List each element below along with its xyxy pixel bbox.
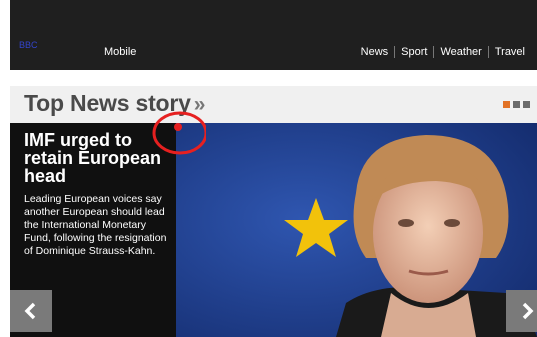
carousel-dot-2[interactable] <box>513 101 520 108</box>
carousel-indicator <box>503 101 530 108</box>
nav-item-weather[interactable]: Weather <box>434 46 487 58</box>
mobile-link[interactable]: Mobile <box>104 46 136 58</box>
bbc-logo[interactable]: BBC <box>19 40 38 50</box>
photo-illustration <box>176 123 537 337</box>
carousel-dot-3[interactable] <box>523 101 530 108</box>
main-nav: News Sport Weather Travel <box>355 46 531 58</box>
carousel-dot-1[interactable] <box>503 101 510 108</box>
story-photo[interactable] <box>176 123 537 337</box>
story-summary: Leading European voices say another Euro… <box>24 193 167 257</box>
top-navigation-bar: BBC Mobile News Sport Weather Travel <box>10 0 537 70</box>
nav-item-news[interactable]: News <box>355 46 395 58</box>
top-story-header: Top News story» <box>10 86 537 123</box>
nav-item-sport[interactable]: Sport <box>395 46 433 58</box>
previous-story-button[interactable] <box>10 290 52 332</box>
chevron-left-icon <box>24 302 36 320</box>
nav-item-travel[interactable]: Travel <box>489 46 531 58</box>
next-story-button[interactable] <box>506 290 537 332</box>
click-marker-icon <box>152 111 206 155</box>
chevron-right-icon <box>522 302 534 320</box>
